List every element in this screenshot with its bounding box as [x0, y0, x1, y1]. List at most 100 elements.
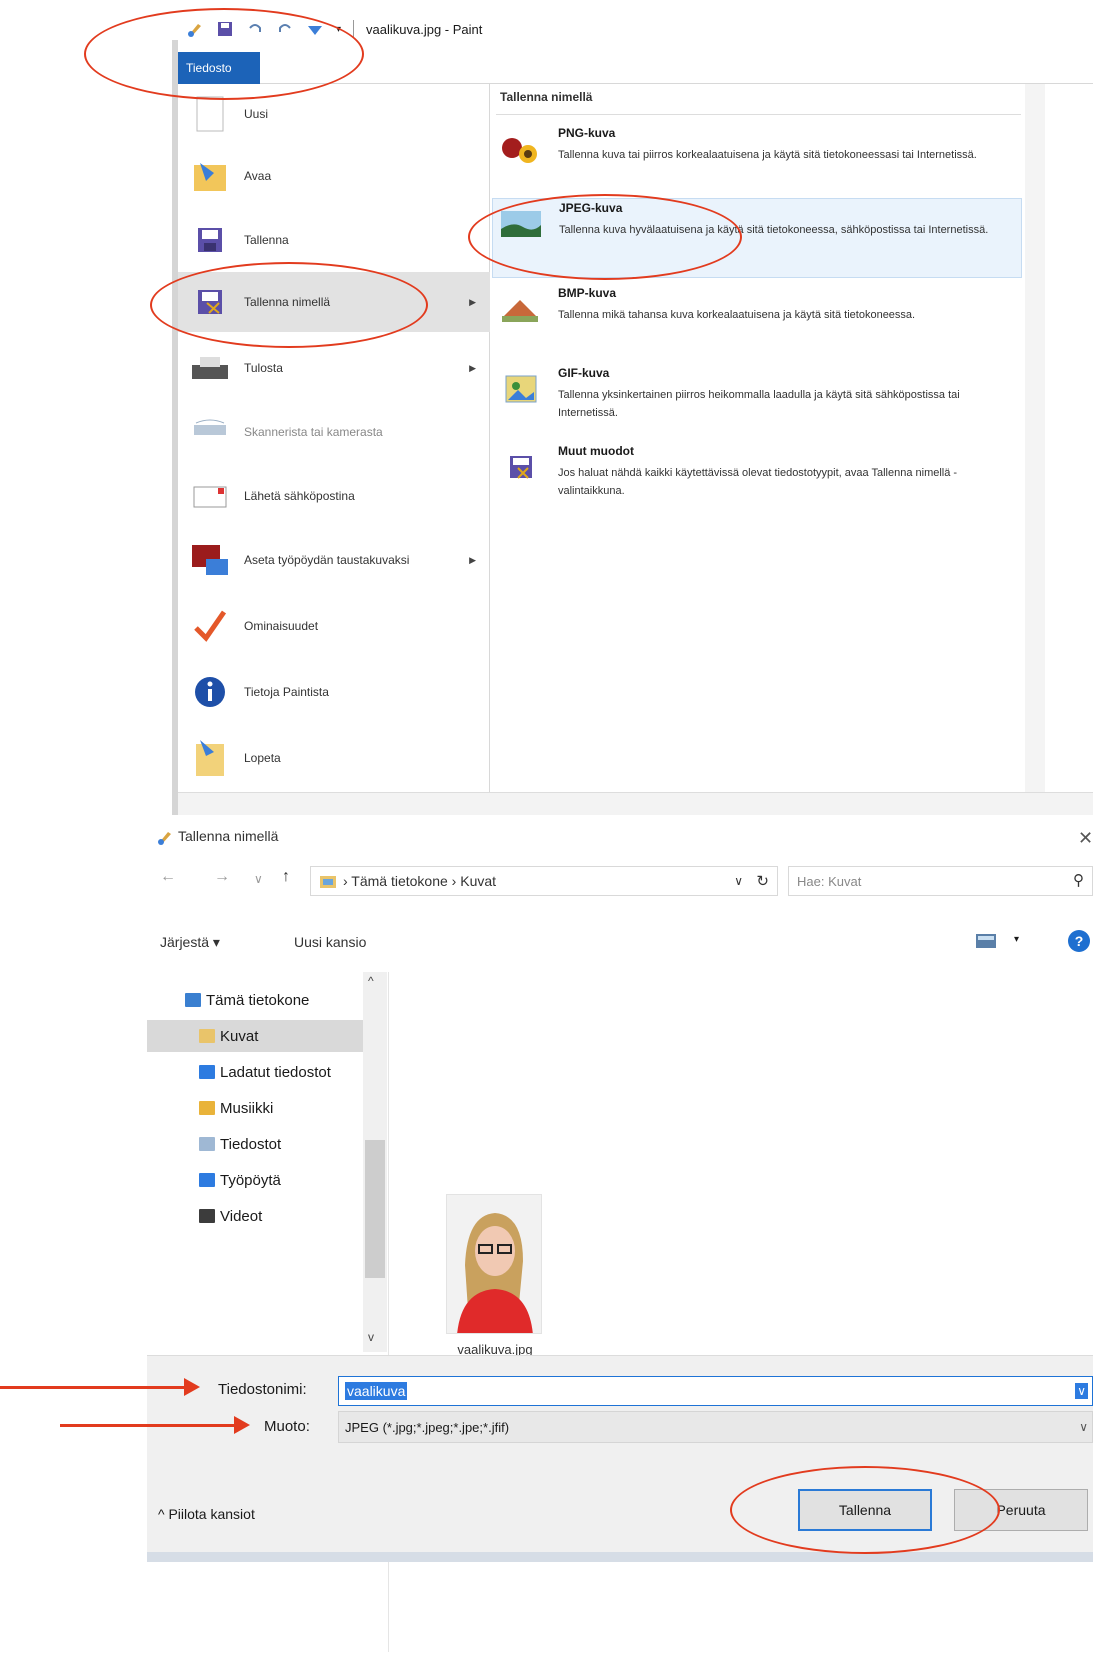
format-option-png[interactable]: PNG-kuva Tallenna kuva tai piirros korke…: [492, 124, 1022, 204]
file-name-caption: vaalikuva.jpg: [457, 1342, 533, 1356]
format-option-other[interactable]: Muut muodot Jos haluat nähdä kaikki käyt…: [492, 442, 1022, 522]
checkmark-icon: [190, 606, 230, 646]
back-arrow-icon[interactable]: ←: [160, 868, 176, 886]
format-select[interactable]: JPEG (*.jpg;*.jpeg;*.jpe;*.jfif) ∨: [338, 1411, 1093, 1443]
command-bar: [147, 930, 1093, 970]
printer-icon: [190, 348, 230, 388]
computer-icon: [185, 993, 201, 1007]
tree-item-videos[interactable]: Videot: [147, 1200, 363, 1232]
portrait-photo: [447, 1195, 541, 1333]
scroll-down-chevron-icon[interactable]: v: [368, 1330, 374, 1344]
tree-item-documents[interactable]: Tiedostot: [147, 1128, 363, 1160]
menu-item-properties[interactable]: Ominaisuudet: [178, 596, 490, 656]
music-folder-icon: [199, 1101, 215, 1115]
annotation-arrow-format: [60, 1424, 236, 1427]
open-folder-icon: [190, 156, 230, 196]
address-dropdown-chevron-icon[interactable]: ∨: [734, 874, 743, 888]
menu-item-label: Tulosta: [244, 361, 283, 375]
menu-item-email[interactable]: Lähetä sähköpostina: [178, 466, 490, 526]
paint-app-icon: [158, 832, 171, 845]
tree-item-this-pc[interactable]: Tämä tietokone: [147, 984, 363, 1016]
scroll-up-chevron-icon[interactable]: ^: [368, 974, 374, 988]
format-description: Jos haluat nähdä kaikki käytettävissä ol…: [558, 467, 958, 497]
menu-item-label: Skannerista tai kamerasta: [244, 425, 383, 439]
menu-item-scanner[interactable]: Skannerista tai kamerasta: [178, 402, 490, 462]
menu-item-label: Tietoja Paintista: [244, 685, 329, 699]
view-dropdown-chevron-icon[interactable]: ▾: [1014, 934, 1019, 945]
format-description: Tallenna kuva tai piirros korkealaatuise…: [558, 149, 977, 161]
submenu-arrow-icon: ▶: [469, 296, 476, 307]
address-bar[interactable]: › Tämä tietokone › Kuvat ∨ ↻: [310, 866, 778, 896]
desktop-background-icon: [190, 540, 230, 580]
format-description: Tallenna mikä tahansa kuva korkealaatuis…: [558, 309, 916, 321]
format-name: Muut muodot: [558, 444, 634, 458]
dialog-bottom-edge: [147, 1552, 1093, 1562]
window-title: vaalikuva.jpg - Paint: [366, 21, 483, 37]
annotation-arrowhead-format: [234, 1416, 250, 1434]
menu-item-label: Tallenna: [244, 233, 289, 247]
search-icon[interactable]: ⚲: [1073, 871, 1084, 889]
tree-item-label: Kuvat: [220, 1027, 259, 1045]
menu-item-open[interactable]: Avaa: [178, 146, 490, 206]
close-icon[interactable]: ✕: [1078, 828, 1093, 849]
tree-item-label: Videot: [220, 1207, 263, 1225]
filename-label: Tiedostonimi:: [218, 1381, 307, 1398]
hide-folders-toggle[interactable]: ^ Piilota kansiot: [158, 1506, 255, 1522]
format-option-gif[interactable]: GIF-kuva Tallenna yksinkertainen piirros…: [492, 364, 1022, 444]
menu-item-label: Lopeta: [244, 751, 281, 765]
search-input[interactable]: Hae: Kuvat ⚲: [788, 866, 1093, 896]
paint-status-bar: [178, 792, 1093, 815]
tree-item-music[interactable]: Musiikki: [147, 1092, 363, 1124]
tree-item-label: Tiedostot: [220, 1135, 282, 1153]
format-label: Muoto:: [264, 1418, 310, 1435]
annotation-circle-jpeg: [468, 194, 742, 280]
submenu-divider: [496, 114, 1021, 115]
filename-input[interactable]: vaalikuva ∨: [338, 1376, 1093, 1406]
annotation-circle-save-as: [150, 262, 428, 348]
annotation-circle-file-tab: [84, 8, 364, 100]
recent-locations-chevron-icon[interactable]: ∨: [254, 872, 263, 886]
menu-item-set-desktop-background[interactable]: Aseta työpöydän taustakuvaksi ▶: [178, 530, 490, 590]
change-view-icon[interactable]: [976, 934, 996, 948]
tree-item-pictures[interactable]: Kuvat: [147, 1020, 363, 1052]
format-dropdown-chevron-icon[interactable]: ∨: [1079, 1420, 1088, 1434]
pictures-folder-icon: [199, 1029, 215, 1043]
annotation-arrowhead-filename: [184, 1378, 200, 1396]
info-icon: [190, 672, 230, 712]
filename-dropdown-chevron-icon[interactable]: ∨: [1075, 1383, 1088, 1399]
menu-item-label: Ominaisuudet: [244, 619, 319, 633]
tree-item-label: Ladatut tiedostot: [220, 1063, 331, 1081]
filename-value: vaalikuva: [345, 1382, 408, 1400]
submenu-title: Tallenna nimellä: [500, 90, 593, 104]
help-icon[interactable]: ?: [1068, 930, 1090, 952]
menu-item-print[interactable]: Tulosta ▶: [178, 338, 490, 398]
format-description: Tallenna yksinkertainen piirros heikomma…: [558, 389, 960, 419]
other-formats-icon: [510, 456, 532, 479]
submenu-arrow-icon: ▶: [469, 362, 476, 373]
file-thumbnail[interactable]: [446, 1194, 542, 1334]
new-folder-button[interactable]: Uusi kansio: [294, 934, 366, 950]
tree-item-label: Työpöytä: [220, 1171, 281, 1189]
menu-item-label: Uusi: [244, 107, 269, 121]
paint-scrollbar[interactable]: [1025, 84, 1045, 792]
tree-item-desktop[interactable]: Työpöytä: [147, 1164, 363, 1196]
format-option-bmp[interactable]: BMP-kuva Tallenna mikä tahansa kuva kork…: [492, 284, 1022, 364]
exit-icon: [190, 738, 230, 778]
refresh-icon[interactable]: ↻: [756, 872, 769, 890]
forward-arrow-icon[interactable]: →: [214, 868, 230, 886]
tree-item-label: Musiikki: [220, 1099, 274, 1117]
tree-scrollbar-thumb[interactable]: [365, 1140, 385, 1278]
menu-item-label: Avaa: [244, 169, 272, 183]
menu-item-exit[interactable]: Lopeta: [178, 728, 490, 788]
scanner-icon: [190, 412, 230, 452]
format-name: PNG-kuva: [558, 126, 616, 140]
format-name: BMP-kuva: [558, 286, 617, 300]
email-icon: [190, 476, 230, 516]
organize-button[interactable]: Järjestä ▾: [160, 934, 220, 951]
tree-item-downloads[interactable]: Ladatut tiedostot: [147, 1056, 363, 1088]
menu-item-about[interactable]: Tietoja Paintista: [178, 662, 490, 722]
bmp-image-icon: [502, 300, 538, 322]
breadcrumb: › Tämä tietokone › Kuvat: [343, 873, 497, 889]
up-arrow-icon[interactable]: ↑: [282, 868, 290, 886]
menu-item-save[interactable]: Tallenna: [178, 210, 490, 270]
